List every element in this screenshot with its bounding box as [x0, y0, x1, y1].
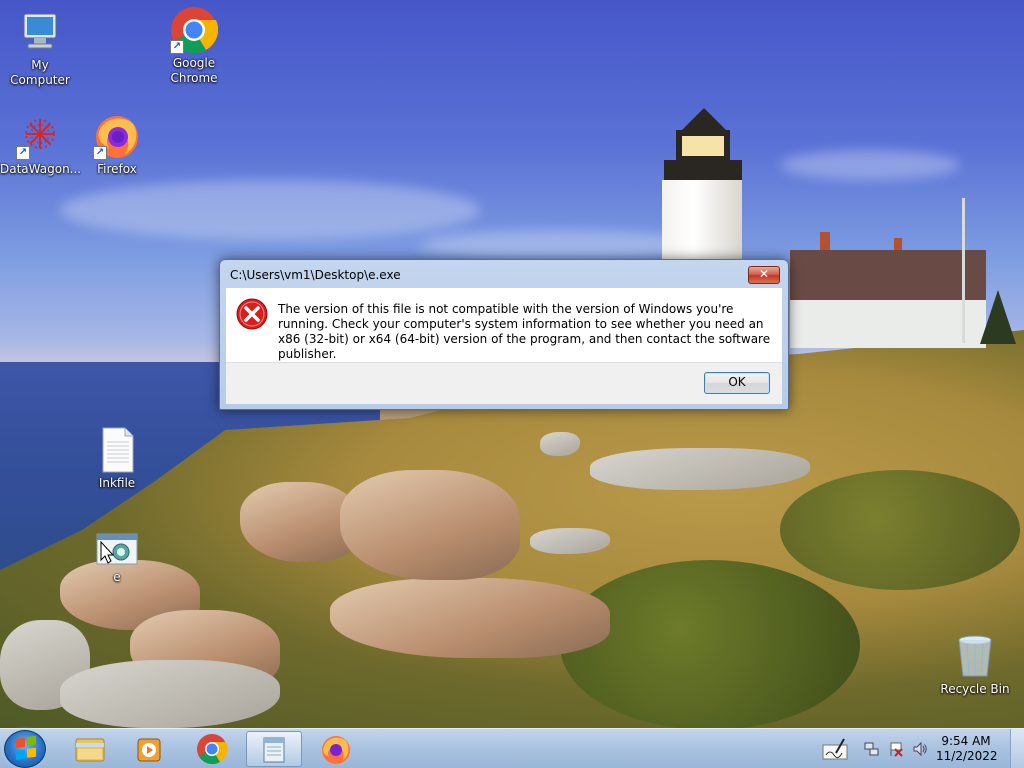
action-center-icon[interactable] [888, 741, 904, 757]
ok-button[interactable]: OK [704, 372, 770, 394]
taskbar-explorer[interactable] [62, 731, 118, 767]
rock [60, 660, 280, 728]
clock[interactable]: 9:54 AM 11/2/2022 [936, 734, 998, 764]
network-icon[interactable] [864, 741, 880, 757]
close-button[interactable]: ✕ [748, 266, 780, 284]
firefox-icon: ↗ [93, 112, 141, 160]
rock [590, 448, 810, 490]
flagpole [962, 198, 965, 343]
dialog-message: The version of this file is not compatib… [278, 302, 771, 361]
desktop-icon-firefox[interactable]: ↗ Firefox [77, 112, 157, 177]
lighthouse-tower [662, 180, 742, 260]
cloud [420, 230, 700, 260]
show-desktop-button[interactable] [1010, 729, 1024, 768]
media-player-icon [137, 738, 161, 762]
lighthouse-gallery [664, 160, 742, 182]
text-file-icon [93, 426, 141, 474]
taskbar-firefox[interactable] [308, 731, 364, 767]
taskbar-media-player[interactable] [122, 731, 178, 767]
dialog-title: C:\Users\vm1\Desktop\e.exe [230, 268, 401, 282]
notepad-icon [263, 737, 285, 763]
shortcut-arrow-icon: ↗ [170, 40, 184, 54]
exe-file-icon [93, 530, 141, 568]
rock [340, 470, 520, 580]
bush [780, 470, 1020, 590]
cloud [60, 180, 480, 240]
desktop-icon-label: Google Chrome [170, 56, 218, 85]
cloud [780, 150, 960, 180]
desktop-icon-google-chrome[interactable]: ↗ Google Chrome [154, 6, 234, 86]
bush [560, 560, 860, 728]
dialog-footer: OK [226, 362, 782, 404]
error-icon [236, 298, 268, 330]
lighthouse-light [682, 136, 724, 156]
desktop-icon-e-exe[interactable]: e [77, 530, 157, 585]
folder-icon [75, 738, 105, 762]
pine-tree [980, 290, 1016, 344]
desktop-icon-label: e [113, 570, 121, 584]
shortcut-arrow-icon: ↗ [16, 146, 30, 160]
recycle-bin-icon [951, 632, 999, 680]
windows-logo-icon [16, 735, 36, 760]
desktop-icon-label: My Computer [10, 58, 70, 87]
error-dialog: C:\Users\vm1\Desktop\e.exe ✕ The version… [219, 259, 789, 410]
taskbar-notepad[interactable] [246, 731, 302, 767]
shortcut-arrow-icon: ↗ [93, 146, 107, 160]
firefox-icon [322, 736, 350, 764]
chrome-icon [197, 734, 228, 765]
desktop-icon-label: DataWagon... [0, 162, 82, 176]
rock [530, 528, 610, 554]
datawagon-icon: ↗ [16, 112, 64, 160]
volume-icon[interactable] [912, 741, 928, 757]
chrome-icon: ↗ [170, 6, 219, 54]
clock-time: 9:54 AM [941, 734, 991, 748]
taskbar-chrome[interactable] [184, 731, 240, 767]
desktop-icon-inkfile[interactable]: Inkfile [77, 426, 157, 491]
dialog-body: The version of this file is not compatib… [226, 288, 782, 362]
desktop-icon-datawagon[interactable]: ↗ DataWagon... [0, 112, 82, 177]
close-icon: ✕ [758, 267, 770, 281]
desktop-icon-recycle-bin[interactable]: Recycle Bin [935, 632, 1015, 697]
lighthouse-roof [680, 108, 728, 132]
desktop-icon-label: Recycle Bin [940, 682, 1010, 696]
desktop-icon-label: Inkfile [98, 476, 136, 490]
system-tray: 9:54 AM 11/2/2022 [814, 729, 1024, 768]
desktop-icon-label: Firefox [97, 162, 137, 176]
rock [330, 578, 610, 658]
clock-date: 11/2/2022 [936, 749, 998, 763]
desktop-icon-my-computer[interactable]: My Computer [0, 8, 80, 88]
computer-icon [16, 8, 64, 56]
house-wall [790, 300, 986, 348]
start-button[interactable] [4, 730, 46, 768]
taskbar: 9:54 AM 11/2/2022 [0, 728, 1024, 768]
house-roof [790, 250, 986, 306]
rock [540, 432, 580, 456]
handwriting-icon[interactable] [822, 737, 852, 761]
